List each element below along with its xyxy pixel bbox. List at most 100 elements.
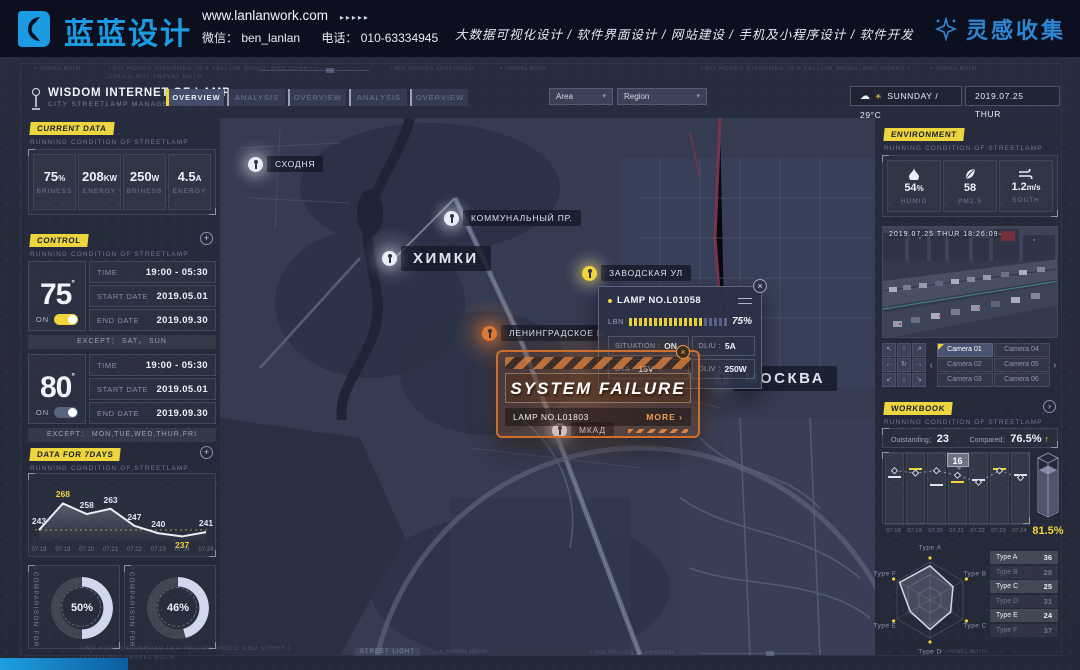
camera-feed[interactable]: 2019.07.25 THUR 18:26:09	[882, 226, 1058, 338]
control-group-1: 75° ON TIME19:00 - 05:30 START DATE2019.…	[28, 261, 216, 331]
traffic-scene	[883, 227, 1058, 338]
schedule-row-time: TIME19:00 - 05:30	[89, 354, 216, 376]
schedule-row-time: TIME19:00 - 05:30	[89, 261, 216, 283]
services-text: 大数据可视化设计 / 软件界面设计 / 网站建设 / 手机及小程序设计 / 软件…	[455, 24, 925, 43]
camera-04-button[interactable]: Camera 04	[994, 343, 1050, 357]
outstanding-value: 23	[937, 433, 949, 445]
hazard-stripes-small	[628, 429, 688, 433]
close-icon[interactable]: ×	[753, 279, 767, 293]
brightness-bar[interactable]	[629, 318, 727, 326]
current-data-tag: CURRENT DATA	[29, 122, 114, 135]
alert-title: SYSTEM FAILURE	[505, 373, 691, 403]
sliders-icon[interactable]	[738, 296, 752, 306]
pan-right-button[interactable]: →	[912, 358, 926, 372]
refresh-button[interactable]: ↻	[897, 358, 911, 372]
control-group-2: 80° ON TIME19:00 - 05:30 START DATE2019.…	[28, 354, 216, 424]
level-display: 75° ON	[28, 261, 86, 331]
date-display: 2019.07.25 THUR	[965, 86, 1060, 106]
more-button[interactable]: MORE ›	[646, 412, 683, 422]
map-label-zavodskaya[interactable]: ЗАВОДСКАЯ УЛ	[582, 265, 691, 281]
tab-overview-1[interactable]: OVERVIEW	[166, 89, 224, 106]
legend-row: Type B28	[990, 566, 1058, 579]
city-map[interactable]: СХОДНЯ КОММУНАЛЬНЫЙ ПР. ХИМКИ ЗАВОДСКАЯ …	[220, 118, 875, 655]
map-label-kommunalny[interactable]: КОММУНАЛЬНЫЙ ПР.	[444, 210, 581, 226]
tab-overview-3[interactable]: OVERVIEW	[410, 89, 468, 106]
tab-analysis-1[interactable]: ANALYSIS	[227, 89, 285, 106]
dashboard: TRAVEL BOTH TWO ROADS DIVERGED IN A YELL…	[0, 57, 1080, 670]
camera-06-button[interactable]: Camera 06	[994, 373, 1050, 387]
tab-overview-2[interactable]: OVERVIEW	[288, 89, 346, 106]
prev-cameras-button[interactable]: ‹	[928, 360, 935, 371]
workbook-xlabels: 07.1807.1907.2007.2107.2207.2307.24	[882, 528, 1030, 538]
lamp-pin-icon	[382, 251, 397, 266]
gauge-value: 46%	[147, 602, 209, 614]
bottom-accent-bar	[0, 658, 128, 670]
collect-badge[interactable]: 灵感收集	[934, 13, 1066, 45]
next-cameras-button[interactable]: ›	[1052, 360, 1059, 371]
legend-row: Type D31	[990, 595, 1058, 608]
decor-note: TWO ROADS DIVERGED IN A YELLOW WOOD, AND…	[80, 646, 290, 652]
area-select[interactable]: Area▾	[549, 88, 613, 105]
decor-note: TWO ROADS DIVERGED	[390, 66, 474, 72]
decor-note: COULD NOT TRAVEL BOTH	[108, 74, 203, 80]
pan-downleft-button[interactable]: ↙	[882, 373, 896, 387]
power-toggle[interactable]	[54, 407, 78, 418]
map-label-skhodnya[interactable]: СХОДНЯ	[248, 156, 323, 172]
radar-chart: Type AType BType CType DType EType F	[872, 546, 988, 658]
control-tag: CONTROL	[29, 234, 88, 247]
power-toggle[interactable]	[54, 314, 78, 325]
current-data-subtitle: RUNNING CONDITION OF STREETLAMP	[30, 139, 189, 146]
data7-subtitle: RUNNING CONDITION OF STREETLAMP	[30, 465, 189, 472]
pan-left-button[interactable]: ←	[882, 358, 896, 372]
wind-tile: 1.2m/s SOUTH	[999, 160, 1053, 212]
expand-chart-button[interactable]: +	[200, 446, 213, 459]
data7-tag: DATA FOR 7DAYS	[29, 448, 121, 461]
wind-icon	[1019, 169, 1033, 179]
control-subtitle: RUNNING CONDITION OF STREETLAMP	[30, 251, 189, 258]
environment-tag: ENVIRONMENT	[883, 128, 964, 141]
weather-widget: ☁☀SUNNDAY / 29°C	[850, 86, 962, 106]
arrows-icon: ▸▸▸▸▸	[340, 13, 370, 22]
workbook-subtitle: RUNNING CONDITION OF STREETLAMP	[884, 419, 1043, 426]
humidity-tile: 54% HUMID	[887, 160, 941, 212]
schedule-row-end: END DATE2019.09.30	[89, 402, 216, 424]
cloud-icon: ☁	[860, 91, 871, 102]
pan-downright-button[interactable]: ↘	[912, 373, 926, 387]
hazard-stripes	[505, 357, 691, 369]
brand-banner: 蓝蓝设计 www.lanlanwork.com ▸▸▸▸▸ 微信： ben_la…	[0, 0, 1080, 57]
camera-03-button[interactable]: Camera 03	[937, 373, 993, 387]
system-failure-alert: × SYSTEM FAILURE LAMP NO.L01803 MORE ›	[496, 350, 700, 438]
decor-slider	[260, 70, 370, 71]
popup-title: LAMP NO.L01058	[617, 295, 733, 306]
metric-tile-current: 4.5A ENERGY	[168, 154, 211, 210]
map-label-leningradskoe[interactable]: ЛЕНИНГРАДСКОЕ Ш	[482, 325, 613, 341]
except-note-1: EXCEPT： SAT， SUN	[28, 335, 216, 349]
caret-icon: ▾	[602, 89, 606, 104]
workbook-stats: Outstanding：23 Compared：76.5%↑	[882, 428, 1058, 448]
pan-upleft-button[interactable]: ↖	[882, 343, 896, 357]
lbn-value: 75%	[732, 316, 752, 327]
site-url[interactable]: www.lanlanwork.com	[202, 8, 328, 23]
leaf-icon	[965, 168, 976, 180]
pan-upright-button[interactable]: ↗	[912, 343, 926, 357]
camera-02-button[interactable]: Camera 02	[937, 358, 993, 372]
pan-up-button[interactable]: ↑	[897, 343, 911, 357]
up-arrow-icon: ↑	[1045, 434, 1050, 444]
legend-row: Type A36	[990, 551, 1058, 564]
camera-05-button[interactable]: Camera 05	[994, 358, 1050, 372]
workbook-bars: 16	[882, 452, 1030, 524]
radar-legend: Type A36 Type B28 Type C25 Type D31 Type…	[990, 551, 1058, 638]
tab-analysis-2[interactable]: ANALYSIS	[349, 89, 407, 106]
pan-down-button[interactable]: ↓	[897, 373, 911, 387]
close-icon[interactable]: ×	[676, 345, 690, 359]
region-select[interactable]: Region▾	[617, 88, 707, 105]
pm25-tile: 58 PM2.5	[943, 160, 997, 212]
popup-field-dliv: DLIV :250W	[692, 359, 755, 379]
comparison-gauge-2: COMPARISON FOR 46%	[124, 565, 216, 649]
map-label-khimki[interactable]: ХИМКИ	[382, 246, 491, 271]
workbook-more-button[interactable]: ›	[1043, 400, 1056, 413]
add-schedule-button[interactable]: +	[200, 232, 213, 245]
comparison-gauge-1: COMPARISON FOR 50%	[28, 565, 120, 649]
camera-01-button[interactable]: Camera 01	[937, 343, 993, 357]
gauge-value: 50%	[51, 602, 113, 614]
